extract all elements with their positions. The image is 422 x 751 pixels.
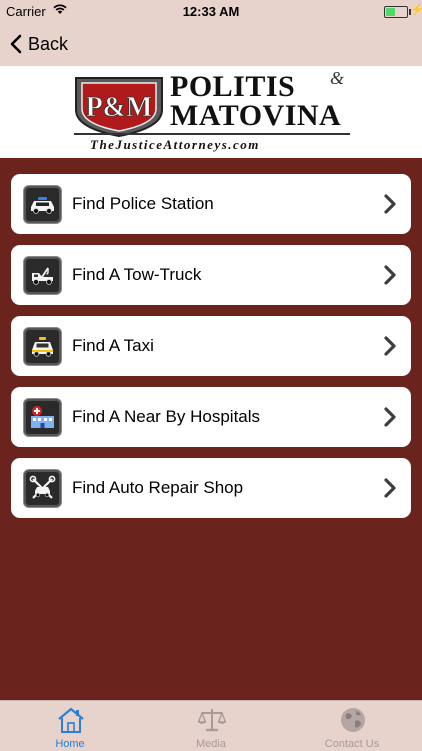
logo-ampersand: & bbox=[330, 68, 345, 88]
menu-item-label: Find A Near By Hospitals bbox=[72, 407, 261, 426]
menu-item-label: Find A Taxi bbox=[72, 336, 154, 355]
logo-line-2: MATOVINA bbox=[170, 99, 342, 132]
menu-item-label: Find A Tow-Truck bbox=[72, 265, 202, 284]
tab-media[interactable]: Media bbox=[141, 701, 281, 751]
back-button[interactable]: Back bbox=[10, 30, 68, 58]
menu-item-hospitals[interactable]: Find A Near By Hospitals bbox=[11, 387, 411, 447]
menu-item-label: Find Auto Repair Shop bbox=[72, 478, 244, 497]
menu-item-tow-truck[interactable]: Find A Tow-Truck bbox=[11, 245, 411, 305]
hospital-icon bbox=[23, 398, 62, 437]
back-label: Back bbox=[28, 33, 69, 54]
logo-website: TheJusticeAttorneys.com bbox=[90, 137, 260, 152]
auto-repair-icon bbox=[23, 469, 62, 508]
chevron-right-icon bbox=[384, 194, 396, 214]
status-bar: Carrier 12:33 AM ⚡ bbox=[0, 0, 422, 22]
logo-divider bbox=[74, 133, 350, 135]
chevron-left-icon bbox=[10, 34, 22, 54]
charging-icon: ⚡ bbox=[410, 4, 422, 16]
svg-text:P&M: P&M bbox=[86, 92, 153, 123]
police-car-icon bbox=[23, 185, 62, 224]
menu-item-police-station[interactable]: Find Police Station bbox=[11, 174, 411, 234]
clock: 12:33 AM bbox=[182, 4, 240, 19]
logo-wordmark: POLITIS MATOVINA bbox=[170, 70, 342, 132]
chevron-right-icon bbox=[384, 478, 396, 498]
tab-label: Contact Us bbox=[324, 738, 380, 750]
navigation-bar: Back bbox=[0, 22, 422, 66]
tab-label: Home bbox=[55, 738, 85, 750]
chevron-right-icon bbox=[384, 336, 396, 356]
logo-badge: P&M bbox=[75, 77, 163, 138]
taxi-icon bbox=[23, 327, 62, 366]
scales-icon bbox=[197, 709, 227, 732]
logo-line-1: POLITIS bbox=[170, 70, 296, 103]
tab-contact-us[interactable]: Contact Us bbox=[282, 701, 422, 751]
tow-truck-icon bbox=[23, 256, 62, 295]
menu-item-label: Find Police Station bbox=[72, 194, 214, 213]
globe-icon bbox=[341, 708, 365, 732]
chevron-right-icon bbox=[384, 265, 396, 285]
tab-label: Media bbox=[196, 738, 226, 750]
tab-bar: Home Media Contact Us bbox=[0, 700, 422, 751]
chevron-right-icon bbox=[384, 407, 396, 427]
firm-logo: P&M POLITIS MATOVINA & TheJusticeAttorne… bbox=[0, 66, 422, 158]
menu-item-auto-repair[interactable]: Find Auto Repair Shop bbox=[11, 458, 411, 518]
tab-home[interactable]: Home bbox=[0, 701, 140, 751]
home-icon bbox=[58, 707, 84, 733]
battery-icon bbox=[384, 6, 411, 18]
menu-item-taxi[interactable]: Find A Taxi bbox=[11, 316, 411, 376]
